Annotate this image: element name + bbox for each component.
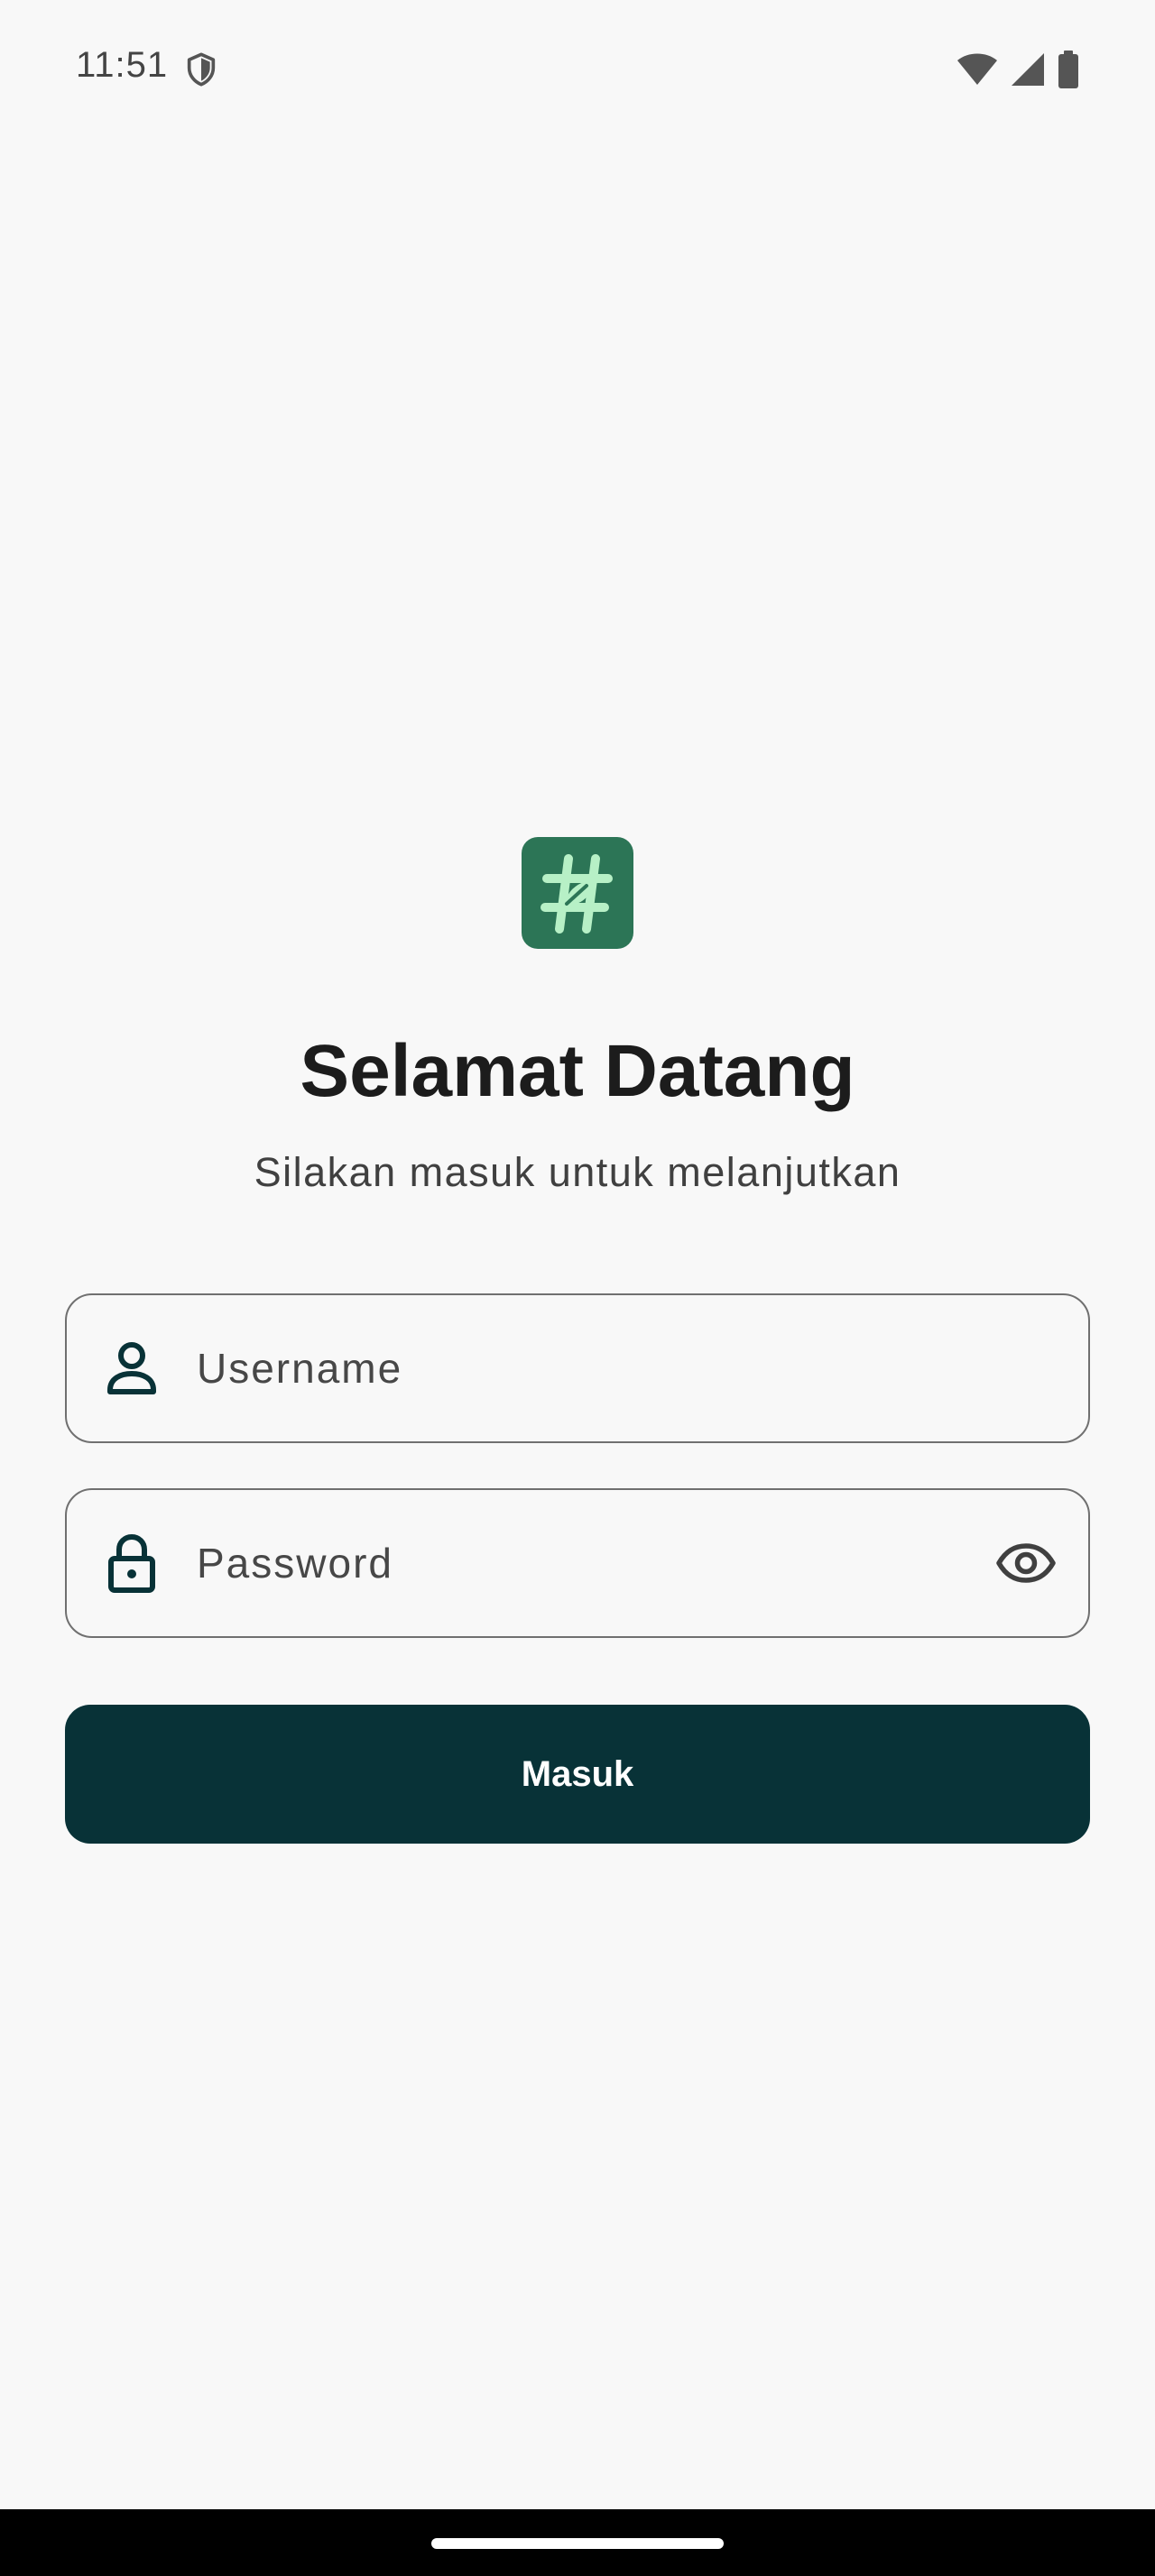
lock-icon	[108, 1533, 155, 1593]
navigation-bar	[0, 2509, 1155, 2576]
signal-icon	[1012, 53, 1044, 86]
password-field[interactable]	[65, 1488, 1090, 1638]
eye-icon	[996, 1543, 1056, 1583]
status-icons	[956, 51, 1079, 88]
username-field[interactable]	[65, 1293, 1090, 1443]
username-input[interactable]	[197, 1295, 973, 1441]
battery-icon	[1058, 51, 1078, 88]
page-title: Selamat Datang	[300, 1030, 855, 1112]
person-icon	[107, 1342, 156, 1394]
app-logo	[522, 837, 633, 949]
login-button[interactable]: Masuk	[65, 1705, 1090, 1844]
status-bar: 11:51	[0, 0, 1155, 126]
home-indicator[interactable]	[431, 2538, 724, 2549]
wifi-icon	[957, 53, 997, 85]
hash-leaf-icon	[541, 854, 613, 934]
shield-icon	[187, 52, 216, 87]
password-visibility-toggle[interactable]	[994, 1532, 1058, 1595]
status-time: 11:51	[76, 45, 169, 85]
page-subtitle: Silakan masuk untuk melanjutkan	[254, 1149, 901, 1195]
password-input[interactable]	[197, 1490, 973, 1636]
